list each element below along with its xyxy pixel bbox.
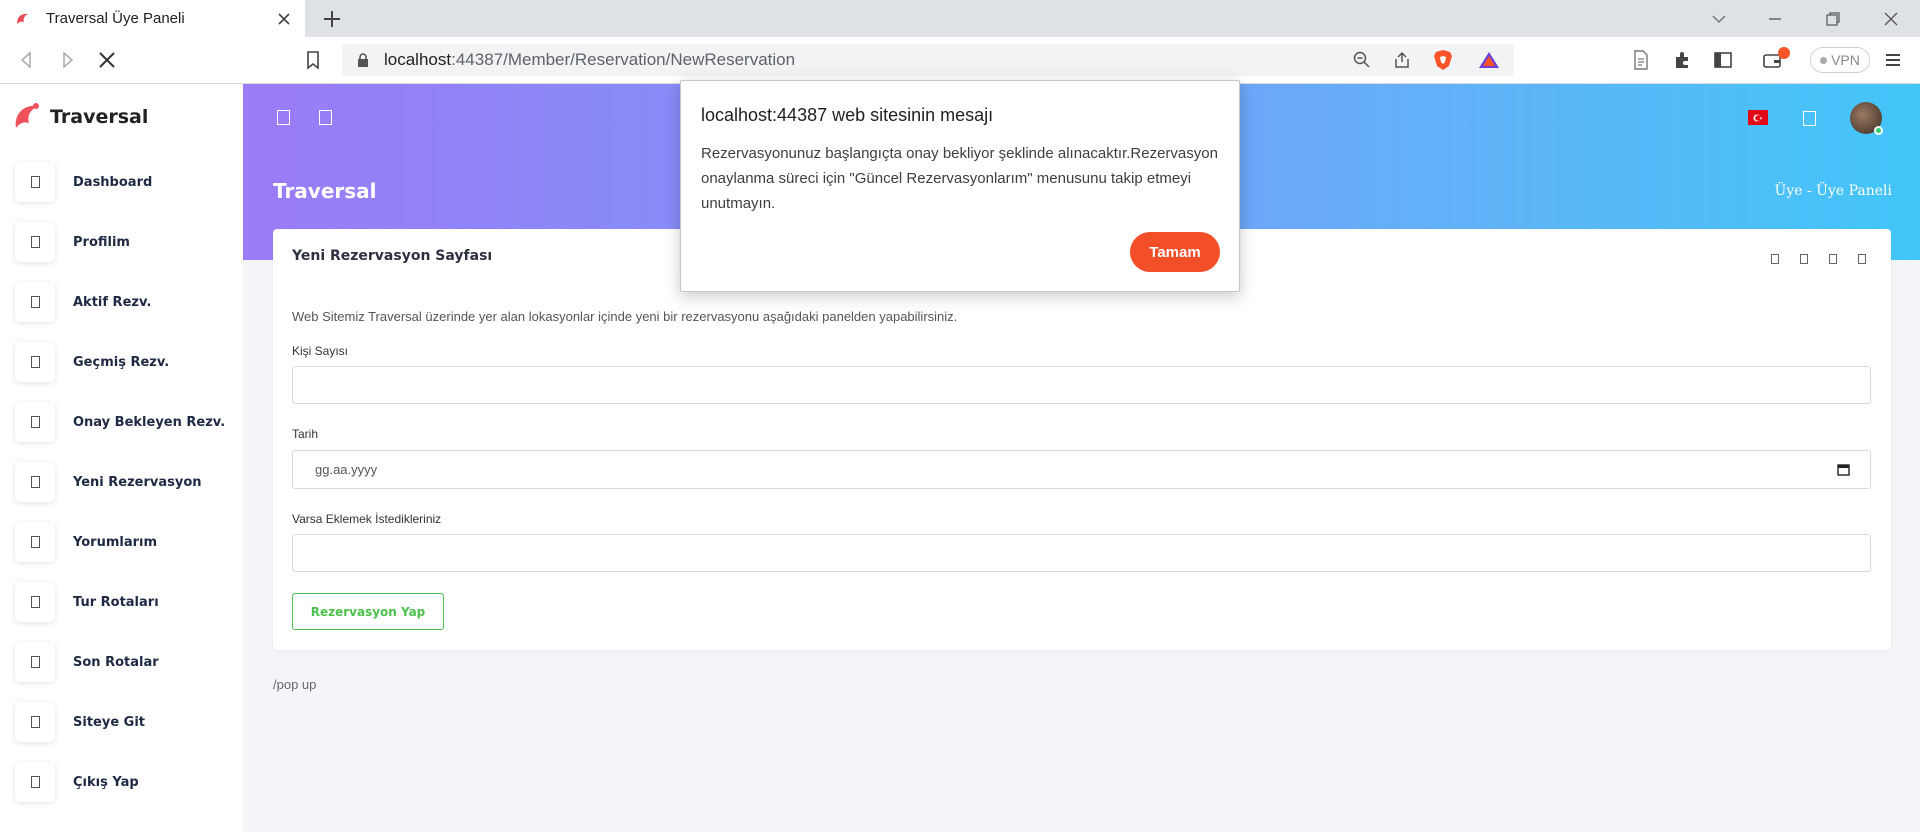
sidebar-item-past-reservations[interactable]: Geçmiş Rezv. xyxy=(15,342,240,382)
vpn-label: VPN xyxy=(1831,52,1860,68)
active-reservations-icon xyxy=(15,282,55,322)
dashboard-icon xyxy=(15,162,55,202)
sidebar-item-last-routes[interactable]: Son Rotalar xyxy=(15,642,240,682)
brave-shields-icon[interactable] xyxy=(1432,48,1454,72)
address-bar[interactable]: localhost:44387/Member/Reservation/NewRe… xyxy=(342,44,1514,76)
brave-rewards-icon[interactable] xyxy=(1478,50,1500,70)
back-icon[interactable] xyxy=(16,49,38,71)
comments-icon xyxy=(15,522,55,562)
reservation-card: Yeni Rezervasyon Sayfası Web Sitemiz Tra… xyxy=(273,229,1891,650)
card-tool-icon[interactable] xyxy=(1829,254,1837,264)
sidebar-item-label: Siteye Git xyxy=(73,714,146,730)
pending-reservations-icon xyxy=(15,402,55,442)
sidebar-toggle-icon[interactable] xyxy=(1712,49,1734,71)
date-label: Tarih xyxy=(292,427,319,441)
sidebar-item-label: Aktif Rezv. xyxy=(73,294,152,310)
brand-logo[interactable]: Traversal xyxy=(12,100,148,134)
past-reservations-icon xyxy=(15,342,55,382)
card-tool-icon[interactable] xyxy=(1858,254,1866,264)
sidebar-item-go-to-site[interactable]: Siteye Git xyxy=(15,702,240,742)
menu-icon[interactable] xyxy=(1882,49,1904,71)
breadcrumb: Üye - Üye Paneli xyxy=(1774,183,1892,199)
logout-icon xyxy=(15,762,55,802)
sidebar-item-comments[interactable]: Yorumlarım xyxy=(15,522,240,562)
notification-badge xyxy=(1778,47,1790,59)
turkish-flag-icon[interactable] xyxy=(1748,110,1768,125)
tour-routes-icon xyxy=(15,582,55,622)
new-tab-icon[interactable] xyxy=(318,7,346,31)
sidebar-item-active-reservations[interactable]: Aktif Rezv. xyxy=(15,282,240,322)
sidebar-item-pending-reservations[interactable]: Onay Bekleyen Rezv. xyxy=(15,402,240,442)
sidebar-item-dashboard[interactable]: Dashboard xyxy=(15,162,240,202)
person-count-input[interactable] xyxy=(292,366,1871,404)
sidebar-item-label: Geçmiş Rezv. xyxy=(73,354,170,370)
card-title: Yeni Rezervasyon Sayfası xyxy=(292,248,493,264)
profile-icon xyxy=(15,222,55,262)
menu-toggle-icon[interactable] xyxy=(277,110,290,125)
lock-icon xyxy=(358,53,368,67)
person-count-label: Kişi Sayısı xyxy=(292,344,349,358)
make-reservation-button[interactable]: Rezervasyon Yap xyxy=(292,593,444,630)
stop-loading-icon[interactable] xyxy=(96,49,118,71)
close-tab-icon[interactable] xyxy=(275,10,293,28)
sidebar-item-label: Onay Bekleyen Rezv. xyxy=(73,414,226,430)
tab-title: Traversal Üye Paneli xyxy=(46,10,185,27)
sidebar-item-label: Yorumlarım xyxy=(73,534,158,550)
sidebar: Traversal Dashboard Profilim Aktif Rezv.… xyxy=(0,84,243,832)
dialog-ok-button[interactable]: Tamam xyxy=(1130,232,1220,272)
notes-input[interactable] xyxy=(292,534,1871,572)
date-input[interactable]: gg.aa.yyyy xyxy=(292,450,1871,489)
vpn-status-icon xyxy=(1820,56,1828,64)
card-intro-text: Web Sitemiz Traversal üzerinde yer alan … xyxy=(292,309,958,324)
forward-icon[interactable] xyxy=(56,49,78,71)
sidebar-item-new-reservation[interactable]: Yeni Rezervasyon xyxy=(15,462,240,502)
notes-label: Varsa Eklemek İstedikleriniz xyxy=(292,512,442,526)
online-status-indicator xyxy=(1874,126,1883,135)
browser-toolbar: localhost:44387/Member/Reservation/NewRe… xyxy=(0,37,1920,84)
bookmark-icon[interactable] xyxy=(302,49,324,71)
card-tool-icon[interactable] xyxy=(1771,254,1779,264)
traversal-logo-icon xyxy=(15,103,39,128)
last-routes-icon xyxy=(15,642,55,682)
popup-note-text: /pop up xyxy=(273,677,317,692)
minimize-icon[interactable] xyxy=(1764,8,1786,30)
extensions-icon[interactable] xyxy=(1672,49,1694,71)
calendar-icon[interactable] xyxy=(1837,463,1850,476)
dialog-title: localhost:44387 web sitesinin mesajı xyxy=(701,105,994,125)
sidebar-item-profile[interactable]: Profilim xyxy=(15,222,240,262)
sidebar-item-label: Tur Rotaları xyxy=(73,594,159,610)
browser-tab[interactable]: Traversal Üye Paneli xyxy=(0,0,305,37)
tab-search-chevron-icon[interactable] xyxy=(1708,8,1730,30)
search-toggle-icon[interactable] xyxy=(319,110,332,125)
brand-name: Traversal xyxy=(50,106,149,128)
new-reservation-icon xyxy=(15,462,55,502)
sidebar-item-logout[interactable]: Çıkış Yap xyxy=(15,762,240,802)
page-title: Traversal xyxy=(273,179,377,203)
zoom-icon[interactable] xyxy=(1352,50,1372,70)
window-close-icon[interactable] xyxy=(1880,8,1902,30)
alert-dialog: localhost:44387 web sitesinin mesajı Rez… xyxy=(680,80,1240,292)
reader-mode-icon[interactable] xyxy=(1630,49,1652,71)
sidebar-item-label: Yeni Rezervasyon xyxy=(73,474,202,490)
share-icon[interactable] xyxy=(1392,50,1412,70)
dialog-message: Rezervasyonunuz başlangıçta onay bekliyo… xyxy=(701,145,1218,212)
browser-tab-bar: Traversal Üye Paneli xyxy=(0,0,1920,37)
sidebar-item-tour-routes[interactable]: Tur Rotaları xyxy=(15,582,240,622)
sidebar-item-label: Dashboard xyxy=(73,174,153,190)
card-tool-icon[interactable] xyxy=(1800,254,1808,264)
sidebar-item-label: Çıkış Yap xyxy=(73,774,139,790)
traversal-favicon-icon xyxy=(17,13,28,24)
sidebar-item-label: Profilim xyxy=(73,234,130,250)
sidebar-item-label: Son Rotalar xyxy=(73,654,159,670)
restore-icon[interactable] xyxy=(1822,8,1844,30)
fullscreen-icon[interactable] xyxy=(1803,111,1816,126)
date-placeholder: gg.aa.yyyy xyxy=(315,462,378,477)
go-to-site-icon xyxy=(15,702,55,742)
url-text: localhost:44387/Member/Reservation/NewRe… xyxy=(384,50,796,69)
vpn-button[interactable]: VPN xyxy=(1810,47,1870,73)
